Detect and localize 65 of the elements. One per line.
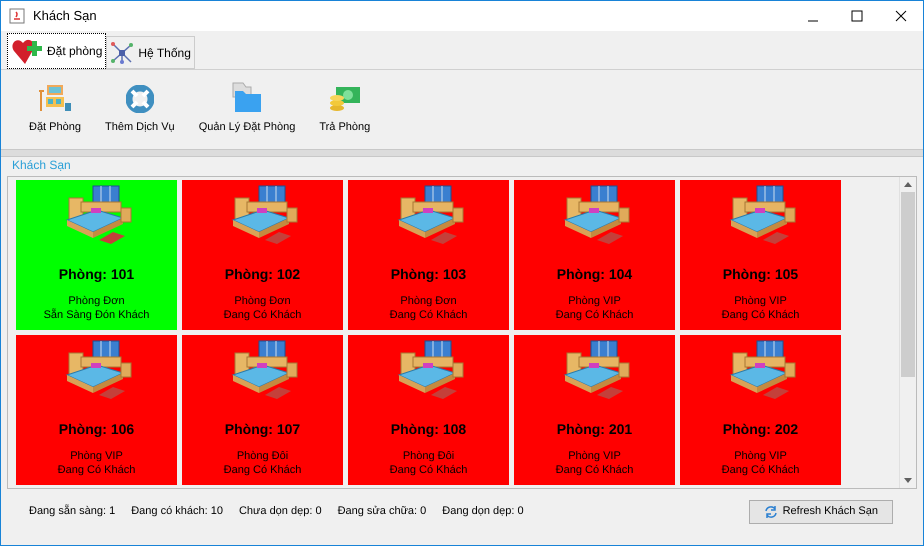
room-type: Phòng Đơn [68, 294, 125, 308]
room-number: Phòng: 101 [58, 265, 134, 284]
room-card[interactable]: Phòng: 102 Phòng Đơn Đang Có Khách [182, 180, 343, 330]
toolbar-button[interactable]: Trả Phòng [315, 82, 374, 135]
group-title: Khách Sạn [11, 158, 72, 172]
room-status: Đang Có Khách [722, 463, 800, 477]
status-count: Đang dọn dẹp: 0 [442, 504, 524, 520]
room-type: Phòng VIP [734, 449, 787, 463]
network-icon [110, 40, 134, 64]
room-card[interactable]: Phòng: 201 Phòng VIP Đang Có Khách [514, 335, 675, 485]
room-card[interactable]: Phòng: 106 Phòng VIP Đang Có Khách [16, 335, 177, 485]
room-number: Phòng: 105 [722, 265, 798, 284]
tab[interactable]: Hệ Thống [106, 36, 195, 69]
toolbar-button[interactable]: Quản Lý Đặt Phòng [194, 80, 300, 135]
scrollbar[interactable] [899, 177, 916, 488]
living-room-icon [38, 82, 72, 112]
room-status: Đang Có Khách [58, 463, 136, 477]
room-type: Phòng Đơn [400, 294, 457, 308]
room-number: Phòng: 102 [224, 265, 300, 284]
room-card[interactable]: Phòng: 103 Phòng Đơn Đang Có Khách [348, 180, 509, 330]
scroll-down-icon[interactable] [904, 478, 912, 483]
room-number: Phòng: 108 [390, 420, 466, 439]
status-count: Chưa dọn dẹp: 0 [238, 504, 322, 520]
window-title: Khách Sạn [33, 7, 97, 26]
room-status: Sẵn Sàng Đón Khách [44, 308, 150, 322]
room-type: Phòng VIP [70, 449, 123, 463]
room-type: Phòng VIP [568, 294, 621, 308]
app-icon [9, 8, 25, 24]
room-status: Đang Có Khách [224, 463, 302, 477]
room-type: Phòng Đơn [234, 294, 291, 308]
toolbar-button[interactable]: Đặt Phòng [25, 82, 85, 135]
room-number: Phòng: 104 [556, 265, 632, 284]
status-count: Đang có khách: 10 [131, 504, 223, 520]
toolbar-button[interactable]: Thêm Dịch Vụ [100, 84, 179, 135]
close-icon[interactable] [895, 10, 907, 22]
room-status: Đang Có Khách [390, 308, 468, 322]
lifebuoy-icon [126, 84, 154, 112]
tab[interactable]: Đặt phòng [7, 33, 106, 69]
room-card[interactable]: Phòng: 101 Phòng Đơn Sẵn Sàng Đón Khách [16, 180, 177, 330]
room-status: Đang Có Khách [722, 308, 800, 322]
room-status: Đang Có Khách [556, 463, 634, 477]
room-type: Phòng Đôi [402, 449, 454, 463]
room-type: Phòng Đôi [236, 449, 288, 463]
room-number: Phòng: 202 [722, 420, 798, 439]
status-count: Đang sẵn sàng: 1 [29, 504, 116, 520]
room-card[interactable]: Phòng: 104 Phòng VIP Đang Có Khách [514, 180, 675, 330]
status-count: Đang sửa chữa: 0 [338, 504, 426, 520]
room-card[interactable]: Phòng: 105 Phòng VIP Đang Có Khách [680, 180, 841, 330]
room-number: Phòng: 106 [58, 420, 134, 439]
room-card[interactable]: Phòng: 202 Phòng VIP Đang Có Khách [680, 335, 841, 485]
refresh-button[interactable]: Refresh Khách Sạn [748, 500, 893, 524]
room-card[interactable]: Phòng: 108 Phòng Đôi Đang Có Khách [348, 335, 509, 485]
room-number: Phòng: 107 [224, 420, 300, 439]
room-number: Phòng: 201 [556, 420, 632, 439]
room-card[interactable]: Phòng: 107 Phòng Đôi Đang Có Khách [182, 335, 343, 485]
room-number: Phòng: 103 [390, 265, 466, 284]
maximize-icon[interactable] [851, 10, 863, 22]
room-type: Phòng VIP [734, 294, 787, 308]
refresh-icon [764, 504, 778, 518]
folder-icon [231, 80, 263, 112]
room-type: Phòng VIP [568, 449, 621, 463]
room-status: Đang Có Khách [390, 463, 468, 477]
scroll-up-icon[interactable] [904, 182, 912, 187]
room-status: Đang Có Khách [224, 308, 302, 322]
room-status: Đang Có Khách [556, 308, 634, 322]
